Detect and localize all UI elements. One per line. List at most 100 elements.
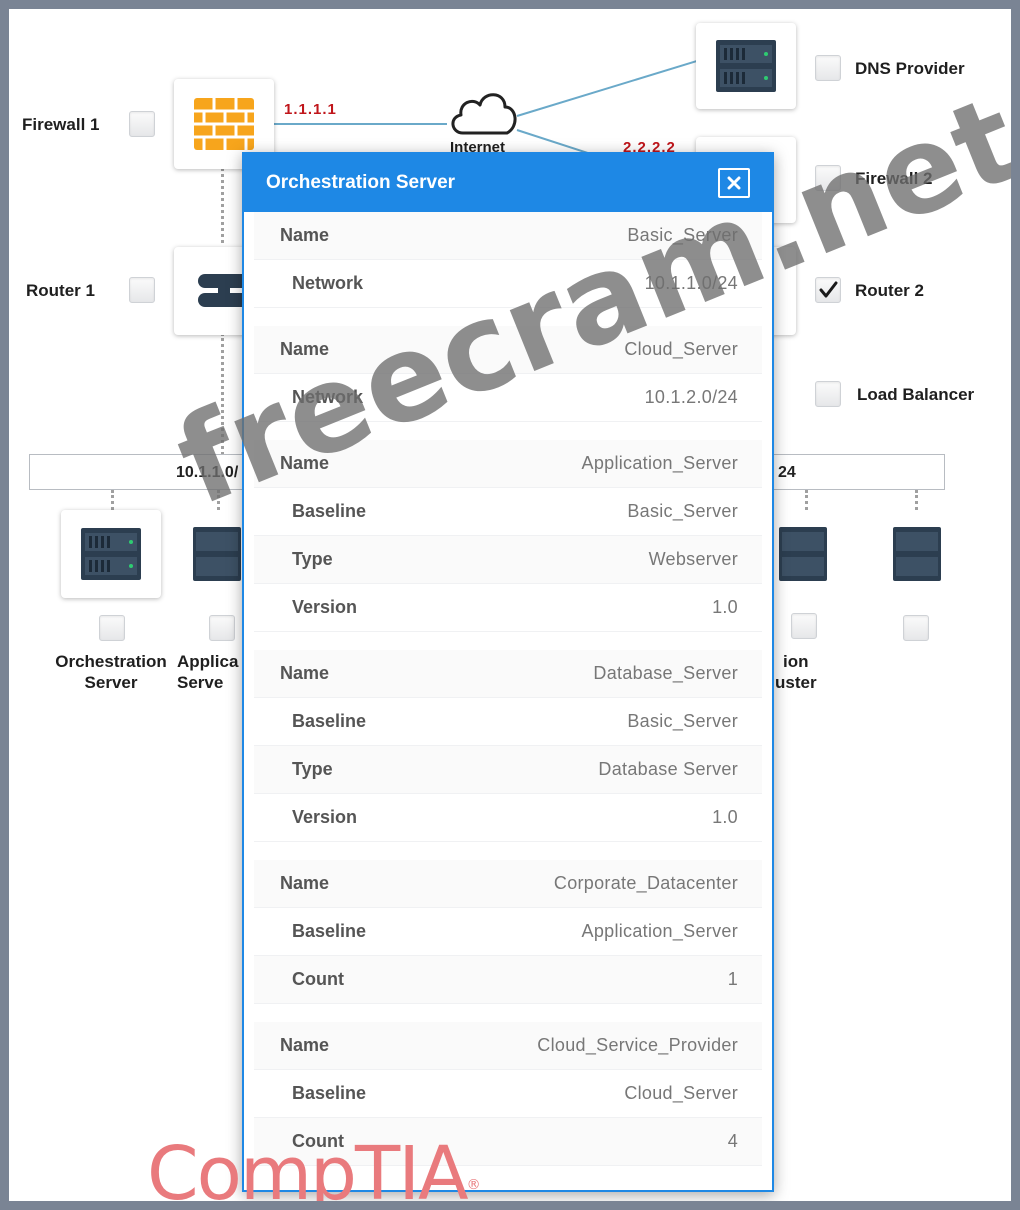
property-key: Type — [292, 549, 333, 569]
comptia-logo: CompTIA® — [147, 1131, 481, 1201]
property-row: Count 1 — [254, 956, 762, 1004]
property-key: Type — [292, 759, 333, 779]
router1-checkbox[interactable] — [129, 277, 155, 303]
property-value: Webserver — [648, 549, 738, 569]
load-balancer-checkbox[interactable] — [815, 381, 841, 407]
property-key: Count — [292, 969, 344, 989]
orchestration-server-node[interactable] — [61, 510, 161, 598]
link-internet-dns — [516, 59, 699, 117]
property-key: Name — [280, 663, 330, 683]
property-value: 1.0 — [712, 597, 738, 617]
property-value: 10.1.1.0/24 — [644, 273, 738, 293]
property-value: Cloud_Service_Provider — [537, 1035, 738, 1055]
property-row: Baseline Basic_Server — [254, 488, 762, 536]
property-value: Database_Server — [593, 663, 738, 683]
dns-provider-checkbox[interactable] — [815, 55, 841, 81]
property-value: Basic_Server — [627, 225, 738, 245]
property-value: Cloud_Server — [624, 339, 738, 359]
property-row: Network 10.1.1.0/24 — [254, 260, 762, 308]
server-icon — [716, 40, 776, 92]
property-group: Name Cloud_Server Network 10.1.2.0/24 — [254, 326, 762, 422]
property-row: Name Application_Server — [254, 440, 762, 488]
property-key: Version — [292, 807, 358, 827]
property-group: Name Basic_Server Network 10.1.1.0/24 — [254, 212, 762, 308]
firewall1-ip: 1.1.1.1 — [284, 101, 337, 118]
property-key: Baseline — [292, 921, 367, 941]
internet-cloud-icon — [451, 93, 517, 135]
application-server-checkbox[interactable] — [209, 615, 235, 641]
link-network-right-server — [805, 490, 808, 510]
application-label-line2: Serve — [177, 673, 224, 692]
dns-provider-label: DNS Provider — [855, 59, 965, 78]
property-key: Name — [280, 225, 330, 245]
server-icon — [193, 527, 241, 581]
firewall1-checkbox[interactable] — [129, 111, 155, 137]
property-key: Baseline — [292, 1083, 367, 1103]
link-network-orchestration — [111, 490, 114, 510]
checkmark-icon — [819, 281, 838, 298]
link-firewall1-router1 — [221, 167, 224, 251]
firewall2-label: Firewall 2 — [855, 169, 933, 188]
dialog-header: Orchestration Server — [244, 154, 772, 212]
property-value: 10.1.2.0/24 — [644, 387, 738, 407]
firewall2-checkbox[interactable] — [815, 165, 841, 191]
router2-checkbox[interactable] — [815, 277, 841, 303]
property-row: Name Basic_Server — [254, 212, 762, 260]
property-value: Corporate_Datacenter — [553, 873, 738, 893]
right-server-label: ion uster — [775, 651, 845, 693]
dialog-body: Name Basic_Server Network 10.1.1.0/24 Name Cl… — [244, 212, 772, 1190]
link-router1-network — [221, 333, 224, 455]
right-server-checkbox[interactable] — [791, 613, 817, 639]
property-key: Name — [280, 453, 330, 473]
property-row: Baseline Cloud_Server — [254, 1070, 762, 1118]
orchestration-server-checkbox[interactable] — [99, 615, 125, 641]
property-value: Database Server — [598, 759, 738, 779]
close-button[interactable] — [718, 168, 750, 198]
property-row: Name Cloud_Service_Provider — [254, 1022, 762, 1070]
brand-mark: ® — [466, 1177, 481, 1193]
property-key: Baseline — [292, 711, 367, 731]
property-row: Version 1.0 — [254, 794, 762, 842]
property-value: Basic_Server — [627, 711, 738, 731]
network-left-label: 10.1.1.0/ — [176, 464, 239, 481]
property-key: Network — [292, 387, 364, 407]
orchestration-label-line1: Orchestration — [55, 652, 167, 671]
property-key: Version — [292, 597, 358, 617]
property-row: Version 1.0 — [254, 584, 762, 632]
orchestration-label-line2: Server — [84, 673, 138, 692]
right-label-line2: uster — [775, 673, 817, 692]
right-label-line1: ion — [783, 652, 809, 671]
load-balancer-label: Load Balancer — [857, 385, 975, 404]
server-icon — [893, 527, 941, 581]
property-row: Baseline Application_Server — [254, 908, 762, 956]
property-row: Name Corporate_Datacenter — [254, 860, 762, 908]
close-icon — [727, 176, 741, 190]
property-key: Name — [280, 873, 330, 893]
dns-provider-node[interactable] — [696, 23, 796, 109]
property-value: 4 — [727, 1131, 738, 1151]
property-row: Type Webserver — [254, 536, 762, 584]
link-firewall1-internet — [267, 123, 447, 125]
router2-label: Router 2 — [855, 281, 924, 300]
firewall-icon — [194, 98, 254, 150]
brand-name: CompTIA — [147, 1131, 469, 1201]
property-value: 1.0 — [712, 807, 738, 827]
far-right-server-checkbox[interactable] — [903, 615, 929, 641]
property-key: Name — [280, 1035, 330, 1055]
property-value: 1 — [727, 969, 738, 989]
property-row: Baseline Basic_Server — [254, 698, 762, 746]
application-server-label: Applica Serve — [177, 651, 247, 693]
property-key: Name — [280, 339, 330, 359]
property-group: Name Application_Server Baseline Basic_Serv… — [254, 440, 762, 632]
application-label-line1: Applica — [177, 652, 239, 671]
orchestration-server-dialog: Orchestration Server Name Basic_Server Net… — [242, 152, 774, 1192]
property-row: Type Database Server — [254, 746, 762, 794]
network-diagram-canvas: Firewall 1 1.1.1.1 Internet DNS Provider — [9, 9, 1011, 1201]
link-network-application — [217, 490, 220, 510]
orchestration-server-label: Orchestration Server — [45, 651, 177, 693]
property-group: Name Corporate_Datacenter Baseline Applicat… — [254, 860, 762, 1004]
firewall1-label: Firewall 1 — [22, 115, 100, 134]
property-key: Baseline — [292, 501, 367, 521]
server-icon — [81, 528, 141, 580]
router1-label: Router 1 — [26, 281, 95, 300]
